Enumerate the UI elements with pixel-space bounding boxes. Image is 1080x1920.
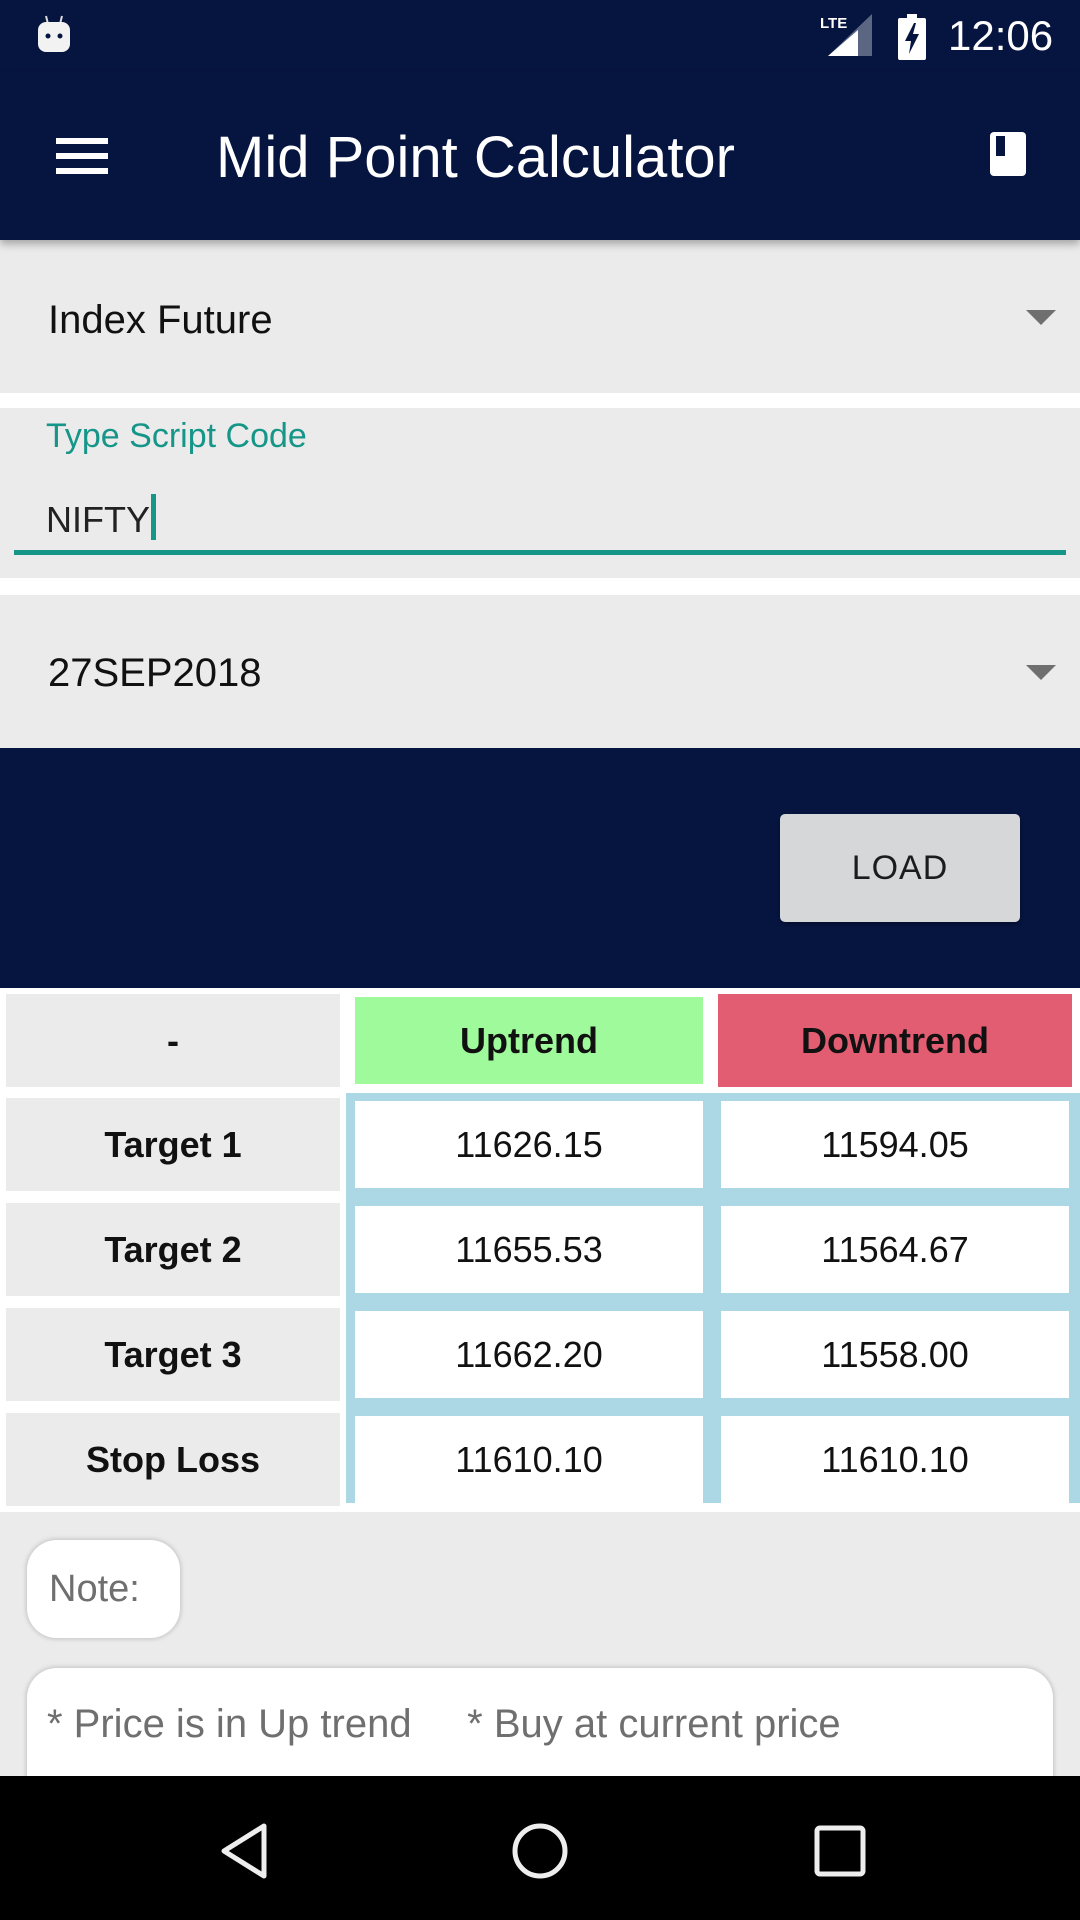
uptrend-target-3: 11662.20 bbox=[355, 1311, 703, 1398]
table-header-uptrend: Uptrend bbox=[355, 997, 703, 1084]
app-screen: LTE 12:06 Mid Point Calculator Index Fut… bbox=[0, 0, 1080, 1920]
book-icon[interactable] bbox=[988, 128, 1028, 180]
battery-charging-icon bbox=[898, 14, 926, 60]
system-nav-bar bbox=[0, 1776, 1080, 1920]
android-notification-icon bbox=[38, 15, 70, 52]
instrument-type-value: Index Future bbox=[48, 298, 273, 342]
expiry-date-dropdown[interactable]: 27SEP2018 bbox=[0, 595, 1080, 748]
app-bar: Mid Point Calculator bbox=[0, 72, 1080, 240]
downtrend-target-1: 11594.05 bbox=[721, 1101, 1069, 1188]
note-text: * Price is in Up trend * Buy at current … bbox=[47, 1702, 841, 1746]
uptrend-stop-loss: 11610.10 bbox=[355, 1416, 703, 1503]
instrument-type-dropdown[interactable]: Index Future bbox=[0, 240, 1080, 393]
input-underline bbox=[14, 550, 1066, 555]
status-clock: 12:06 bbox=[948, 12, 1054, 59]
text-cursor bbox=[151, 494, 156, 540]
page-title: Mid Point Calculator bbox=[216, 125, 735, 190]
lte-signal-icon: LTE bbox=[820, 14, 872, 56]
hamburger-menu-icon[interactable] bbox=[52, 134, 112, 178]
downtrend-target-2: 11564.67 bbox=[721, 1206, 1069, 1293]
script-code-field: Type Script Code NIFTY bbox=[0, 408, 1080, 578]
note-section: Note: * Price is in Up trend * Buy at cu… bbox=[0, 1512, 1080, 1808]
script-code-input[interactable]: NIFTY bbox=[14, 468, 1066, 558]
back-icon[interactable] bbox=[206, 1816, 276, 1886]
dropdown-arrow-icon bbox=[1026, 665, 1056, 680]
script-code-value: NIFTY bbox=[46, 499, 150, 540]
downtrend-stop-loss: 11610.10 bbox=[721, 1416, 1069, 1503]
row-label-target-3: Target 3 bbox=[6, 1308, 340, 1401]
load-panel: LOAD bbox=[0, 748, 1080, 988]
note-label: Note: bbox=[27, 1540, 180, 1638]
table-header-blank: - bbox=[6, 994, 340, 1087]
home-icon[interactable] bbox=[505, 1816, 575, 1886]
script-code-label: Type Script Code bbox=[46, 417, 307, 455]
svg-text:LTE: LTE bbox=[820, 15, 847, 32]
uptrend-target-1: 11626.15 bbox=[355, 1101, 703, 1188]
recents-icon[interactable] bbox=[805, 1816, 875, 1886]
table-header-downtrend: Downtrend bbox=[718, 994, 1072, 1087]
uptrend-target-2: 11655.53 bbox=[355, 1206, 703, 1293]
load-button[interactable]: LOAD bbox=[780, 814, 1020, 922]
dropdown-arrow-icon bbox=[1026, 310, 1056, 325]
row-label-target-2: Target 2 bbox=[6, 1203, 340, 1296]
results-table: - Uptrend Downtrend Target 1 11626.15 11… bbox=[0, 988, 1080, 1512]
downtrend-target-3: 11558.00 bbox=[721, 1311, 1069, 1398]
expiry-date-value: 27SEP2018 bbox=[48, 651, 262, 695]
status-bar: LTE 12:06 bbox=[0, 0, 1080, 72]
row-label-target-1: Target 1 bbox=[6, 1098, 340, 1191]
row-label-stop-loss: Stop Loss bbox=[6, 1413, 340, 1506]
